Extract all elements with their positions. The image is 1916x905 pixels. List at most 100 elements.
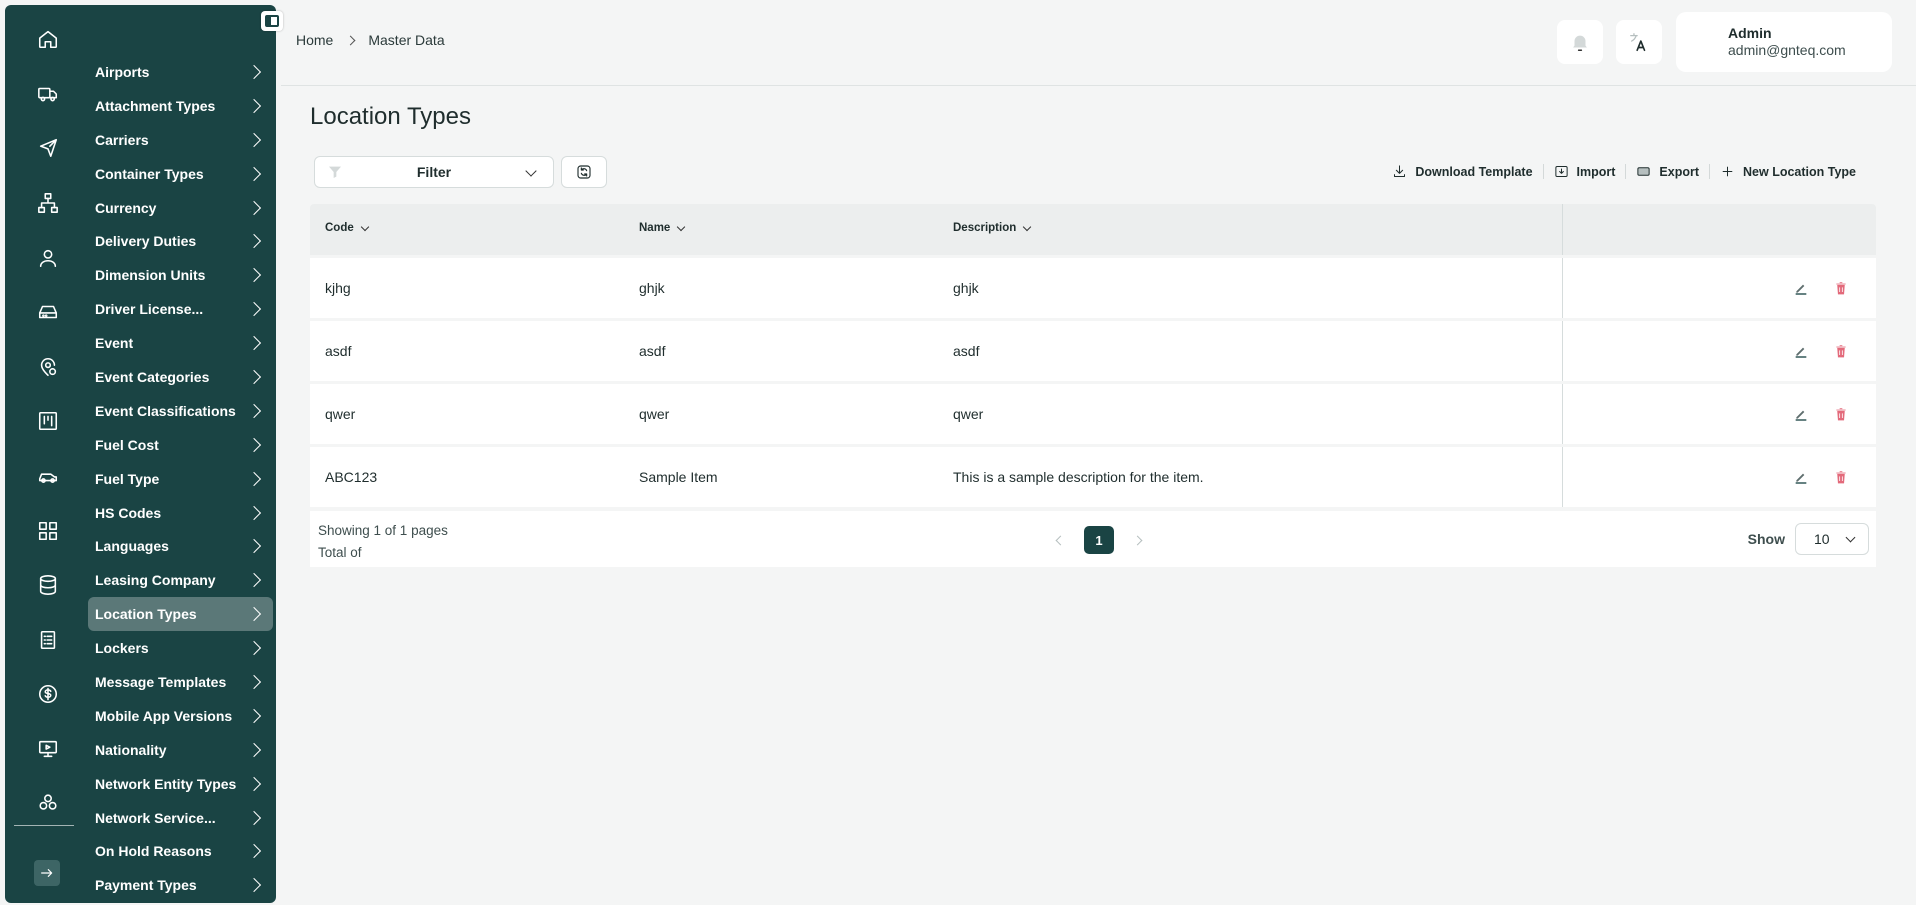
column-header-code[interactable]: Code [325, 222, 369, 234]
column-header-name[interactable]: Name [639, 222, 686, 234]
network-icon[interactable] [31, 186, 65, 220]
menu-item-label: Attachment Types [95, 97, 216, 114]
location-settings-icon[interactable] [31, 350, 65, 384]
delete-icon[interactable] [1833, 280, 1849, 296]
filter-dropdown[interactable]: Filter [314, 156, 554, 188]
chevron-left-icon[interactable] [1055, 535, 1066, 545]
home-icon[interactable] [31, 22, 65, 56]
edit-icon[interactable] [1793, 280, 1809, 296]
menu-item-label: Languages [95, 538, 169, 555]
column-header-description[interactable]: Description [953, 222, 1032, 234]
menu-item-on-hold-reasons[interactable]: On Hold Reasons [88, 834, 273, 868]
page-button-current[interactable]: 1 [1084, 526, 1114, 554]
column-divider [1562, 258, 1563, 318]
truck-icon[interactable] [31, 77, 65, 111]
chevron-right-icon [246, 810, 262, 825]
menu-item-location-types[interactable]: Location Types [88, 597, 273, 632]
delete-icon[interactable] [1833, 469, 1849, 485]
plane-icon[interactable] [31, 131, 65, 165]
edit-icon[interactable] [1793, 406, 1809, 422]
page-size-value: 10 [1814, 531, 1830, 547]
chevron-right-icon[interactable] [1132, 535, 1143, 545]
menu-item-event-categories[interactable]: Event Categories [88, 360, 273, 394]
menu-item-network-service[interactable]: Network Service... [88, 801, 273, 835]
menu-item-fuel-cost[interactable]: Fuel Cost [88, 428, 273, 462]
export-button[interactable]: Export [1625, 164, 1709, 179]
chevron-right-icon [246, 674, 262, 690]
dashboard-icon[interactable] [31, 514, 65, 548]
page-title: Location Types [310, 103, 472, 130]
menu-item-nationality[interactable]: Nationality [88, 733, 273, 767]
user-icon[interactable] [31, 241, 65, 275]
sidebar-collapse-button[interactable] [261, 11, 283, 31]
menu-item-leasing-company[interactable]: Leasing Company [88, 563, 273, 597]
breadcrumb-home[interactable]: Home [296, 32, 333, 48]
menu-item-mobile-app-versions[interactable]: Mobile App Versions [88, 699, 273, 733]
kanban-icon[interactable] [31, 404, 65, 438]
delete-icon[interactable] [1833, 406, 1849, 422]
menu-item-dimension-units[interactable]: Dimension Units [88, 258, 273, 292]
menu-item-message-templates[interactable]: Message Templates [88, 665, 273, 699]
menu-item-delivery-duties[interactable]: Delivery Duties [88, 224, 273, 258]
column-divider [1562, 447, 1563, 507]
edit-icon[interactable] [1793, 469, 1809, 485]
integrations-icon[interactable] [31, 786, 65, 820]
new-location-type-label: New Location Type [1743, 164, 1856, 179]
hard-drive-icon[interactable] [31, 295, 65, 329]
sidebar: Airports Attachment Types Carriers Conta… [5, 5, 276, 903]
refresh-button[interactable] [561, 156, 607, 188]
menu-item-label: Carriers [95, 131, 149, 148]
cell-name: qwer [639, 406, 670, 422]
rail-divider [14, 825, 74, 826]
menu-item-container-types[interactable]: Container Types [88, 157, 273, 191]
chevron-right-icon [246, 505, 262, 520]
user-profile[interactable]: Admin admin@gnteq.com [1676, 12, 1892, 72]
sidebar-toggle-icon [265, 15, 279, 27]
menu-item-event-classifications[interactable]: Event Classifications [88, 394, 273, 428]
menu-item-payment-types[interactable]: Payment Types [88, 868, 273, 902]
logout-icon[interactable] [34, 860, 60, 886]
cell-code: ABC123 [325, 469, 378, 485]
edit-icon[interactable] [1793, 343, 1809, 359]
bell-icon [1573, 35, 1587, 51]
delete-icon[interactable] [1833, 343, 1849, 359]
breadcrumb-current[interactable]: Master Data [368, 32, 444, 48]
database-icon[interactable] [31, 568, 65, 602]
menu-item-network-entity-types[interactable]: Network Entity Types [88, 767, 273, 801]
menu-item-hs-codes[interactable]: HS Codes [88, 496, 273, 530]
car-icon[interactable] [31, 459, 65, 493]
menu-item-airports[interactable]: Airports [88, 55, 273, 89]
menu-item-attachment-types[interactable]: Attachment Types [88, 89, 273, 123]
download-template-button[interactable]: Download Template [1382, 164, 1542, 179]
sort-chevron-icon [1023, 222, 1032, 231]
menu-item-label: Event Categories [95, 368, 210, 385]
translate-icon [1630, 33, 1646, 52]
chevron-right-icon [246, 98, 262, 113]
menu-item-fuel-type[interactable]: Fuel Type [88, 462, 273, 496]
menu-item-label: On Hold Reasons [95, 843, 212, 860]
location-types-table: Code Name Description kjhg ghjk ghjk asd… [310, 204, 1876, 507]
menu-item-lockers[interactable]: Lockers [88, 631, 273, 665]
page-size-select[interactable]: 10 [1795, 523, 1869, 555]
language-button[interactable] [1616, 20, 1662, 64]
menu-item-driver-license[interactable]: Driver License... [88, 292, 273, 326]
menu-item-label: Network Entity Types [95, 775, 237, 792]
menu-item-label: Payment Types [95, 877, 197, 894]
filter-icon [329, 166, 341, 178]
new-location-type-button[interactable]: New Location Type [1709, 164, 1866, 179]
export-icon [1637, 167, 1651, 176]
chevron-right-icon [246, 302, 262, 317]
menu-item-languages[interactable]: Languages [88, 529, 273, 563]
toolbar-actions: Download Template Import Export New Loca… [1382, 164, 1866, 179]
chevron-right-icon [246, 200, 262, 215]
menu-item-currency[interactable]: Currency [88, 191, 273, 225]
chevron-down-icon [1845, 532, 1856, 542]
receipt-icon[interactable] [31, 623, 65, 657]
menu-item-event[interactable]: Event [88, 326, 273, 360]
notifications-button[interactable] [1557, 20, 1603, 64]
column-divider [1562, 321, 1563, 381]
import-button[interactable]: Import [1542, 164, 1626, 179]
dollar-icon[interactable] [31, 677, 65, 711]
monitor-play-icon[interactable] [31, 732, 65, 766]
menu-item-carriers[interactable]: Carriers [88, 123, 273, 157]
